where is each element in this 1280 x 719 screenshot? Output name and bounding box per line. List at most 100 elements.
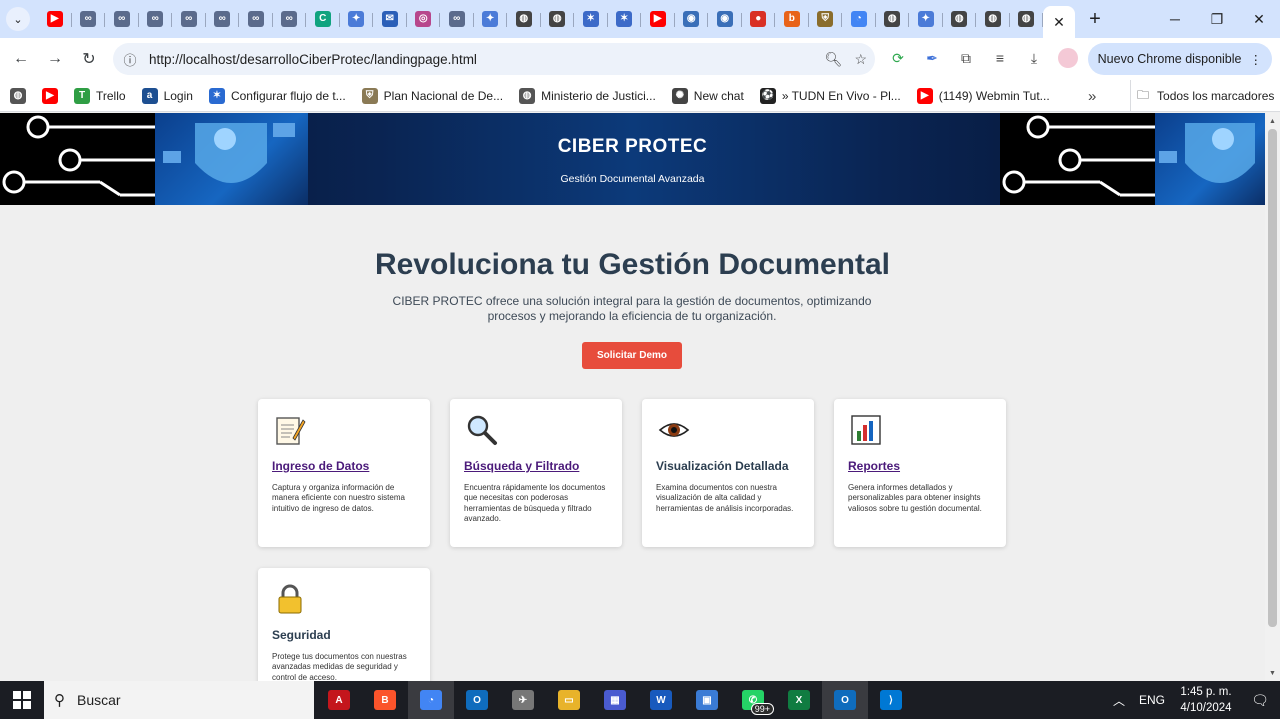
browser-tab[interactable]: ∞ [273, 4, 307, 34]
notifications-icon[interactable]: 🗨 [1240, 692, 1280, 709]
sync-extension-icon[interactable]: ⟳ [886, 44, 910, 72]
browser-tab[interactable]: ∞ [440, 4, 474, 34]
taskbar-app[interactable]: X [776, 681, 822, 719]
all-bookmarks-button[interactable]: 🗀 Todos los marcadores [1130, 80, 1274, 112]
memo-icon [274, 414, 306, 446]
browser-tab[interactable]: ✦ [474, 4, 508, 34]
page-scrollbar[interactable]: ▲ ▼ [1265, 113, 1280, 681]
browser-tab[interactable]: ▶ [641, 4, 675, 34]
bookmark-item[interactable]: ◍ Ministerio de Justici... [511, 87, 664, 104]
feather-extension-icon[interactable]: ✒ [920, 44, 944, 72]
browser-tab[interactable]: ∞ [72, 4, 106, 34]
restore-button[interactable]: ❐ [1196, 0, 1238, 38]
login-icon: a [141, 87, 158, 104]
taskbar-app[interactable]: ▣ [684, 681, 730, 719]
chrome-update-button[interactable]: Nuevo Chrome disponible ⋮ [1087, 43, 1272, 75]
back-button[interactable]: ← [4, 42, 38, 76]
browser-tab[interactable]: ∞ [139, 4, 173, 34]
browser-tab[interactable]: ✶ [574, 4, 608, 34]
browser-tab[interactable]: ◔ [842, 4, 876, 34]
site-title: CIBER PROTEC [557, 136, 708, 157]
scroll-down-icon[interactable]: ▼ [1265, 666, 1280, 680]
browser-tab[interactable]: b [775, 4, 809, 34]
bookmark-item[interactable]: ✺ New chat [664, 87, 752, 104]
bookmark-item[interactable]: ▶ (1149) Webmin Tut... [909, 87, 1058, 104]
browser-tab[interactable]: ◉ [675, 4, 709, 34]
browser-tab[interactable]: ✦ [340, 4, 374, 34]
bookmark-star-icon[interactable]: ☆ [854, 51, 867, 68]
scroll-up-icon[interactable]: ▲ [1265, 114, 1280, 128]
scrollbar-thumb[interactable] [1268, 129, 1277, 627]
browser-tab[interactable]: ◉ [708, 4, 742, 34]
minimize-button[interactable]: ─ [1154, 0, 1196, 38]
zoom-icon[interactable]: 🔍︎ [825, 51, 843, 68]
browser-tab[interactable]: ◍ [507, 4, 541, 34]
browser-tab[interactable]: ◍ [876, 4, 910, 34]
tray-chevron-icon[interactable]: ︿ [1106, 692, 1132, 709]
browser-tab[interactable]: ✉ [373, 4, 407, 34]
taskbar-app[interactable]: ◔ [408, 681, 454, 719]
taskbar-app[interactable]: A [316, 681, 362, 719]
taskbar-app[interactable]: O [822, 681, 868, 719]
browser-tab[interactable]: ∞ [172, 4, 206, 34]
bookmark-item[interactable]: ◍ [2, 87, 34, 104]
feature-title[interactable]: Ingreso de Datos [272, 459, 416, 473]
bookmark-item[interactable]: a Login [134, 87, 201, 104]
bookmark-item[interactable]: ⛨ Plan Nacional de De... [354, 87, 511, 104]
start-button[interactable] [0, 681, 44, 719]
taskbar-app[interactable]: W [638, 681, 684, 719]
clock[interactable]: 1:45 p. m. 4/10/2024 [1172, 684, 1240, 716]
taskbar-app[interactable]: ✆ 99+ [730, 681, 776, 719]
browser-tab[interactable]: C [306, 4, 340, 34]
new-tab-button[interactable]: + [1083, 7, 1107, 31]
address-bar[interactable]: ⓘ http://localhost/desarrolloCiberProtec… [113, 43, 875, 75]
browser-tab[interactable]: ▶ [38, 4, 72, 34]
app-icon: b [783, 11, 800, 27]
browser-tab[interactable]: ◍ [1010, 4, 1044, 34]
bookmark-item[interactable]: T Trello [66, 87, 134, 104]
forward-button[interactable]: → [38, 42, 72, 76]
extensions-puzzle-icon[interactable]: ⧉ [954, 44, 978, 72]
close-window-button[interactable]: ✕ [1238, 0, 1280, 38]
browser-tab[interactable]: ◎ [407, 4, 441, 34]
seal-icon: ⛨ [361, 87, 378, 104]
tab-active[interactable]: ✕ [1043, 6, 1075, 38]
request-demo-button[interactable]: Solicitar Demo [582, 342, 682, 369]
browser-tab[interactable]: ✶ [608, 4, 642, 34]
url-text[interactable]: http://localhost/desarrolloCiberProtec/l… [149, 52, 477, 67]
tab-search-button[interactable]: ⌄ [6, 7, 30, 31]
bookmarks-overflow-chevron-icon[interactable]: » [1088, 80, 1096, 112]
media-control-icon[interactable]: ≡ [988, 44, 1012, 72]
chatgpt-icon: ✺ [671, 87, 688, 104]
downloads-icon[interactable]: ⤓ [1022, 44, 1046, 72]
browser-tab[interactable]: ◍ [541, 4, 575, 34]
browser-tab[interactable]: ⛨ [809, 4, 843, 34]
bookmark-item[interactable]: ⚽ » TUDN En Vivo - Pl... [752, 87, 909, 104]
close-tab-icon[interactable]: ✕ [1053, 14, 1065, 31]
page-viewport: CIBER PROTEC Gestión Documental Avanzada… [0, 113, 1265, 681]
browser-tab[interactable]: ◍ [943, 4, 977, 34]
feature-title[interactable]: Reportes [848, 459, 992, 473]
browser-tab[interactable]: ✦ [909, 4, 943, 34]
browser-tab[interactable]: ∞ [239, 4, 273, 34]
browser-tab[interactable]: ● [742, 4, 776, 34]
browser-tab[interactable]: ∞ [105, 4, 139, 34]
feature-title[interactable]: Búsqueda y Filtrado [464, 459, 608, 473]
kebab-menu-icon[interactable]: ⋮ [1250, 52, 1263, 67]
reload-button[interactable]: ↻ [72, 42, 106, 76]
profile-avatar[interactable] [1056, 44, 1080, 72]
taskbar-search[interactable]: ⚲ Buscar [44, 681, 314, 719]
browser-tab[interactable]: ◍ [976, 4, 1010, 34]
taskbar-app[interactable]: O [454, 681, 500, 719]
taskbar-app[interactable]: B [362, 681, 408, 719]
taskbar-app[interactable]: ⟩ [868, 681, 914, 719]
browser-tab[interactable]: ∞ [206, 4, 240, 34]
language-indicator[interactable]: ENG [1132, 693, 1172, 707]
bookmark-item[interactable]: ▶ [34, 87, 66, 104]
gemini-icon: ✦ [348, 11, 365, 27]
taskbar-app[interactable]: ▦ [592, 681, 638, 719]
taskbar-app[interactable]: ✈ [500, 681, 546, 719]
taskbar-app[interactable]: ▭ [546, 681, 592, 719]
site-info-icon[interactable]: ⓘ [115, 50, 145, 69]
bookmark-item[interactable]: ✶ Configurar flujo de t... [201, 87, 354, 104]
